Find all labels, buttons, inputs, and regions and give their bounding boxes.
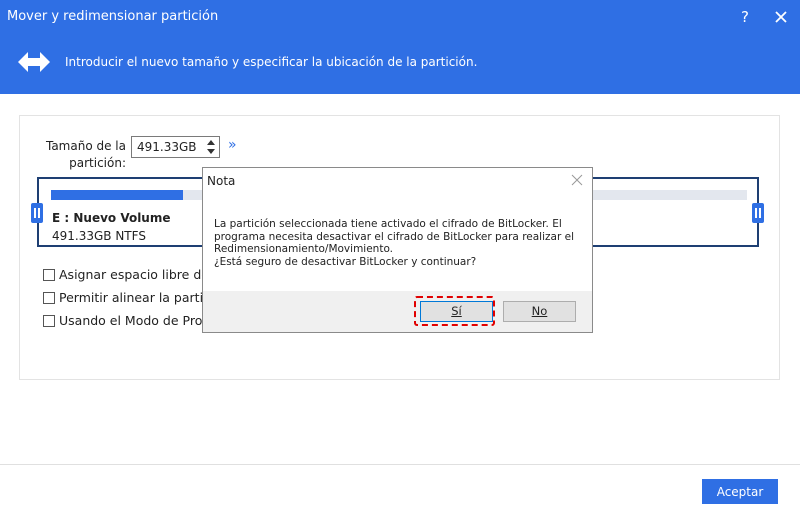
- header-subtitle: Introducir el nuevo tamaño y especificar…: [65, 55, 478, 69]
- footer-divider: [0, 464, 800, 465]
- partition-size-label: Tamaño de la partición:: [45, 139, 126, 170]
- help-button[interactable]: ?: [734, 5, 756, 29]
- volume-name: E : Nuevo Volume: [52, 211, 171, 225]
- window-title: Mover y redimensionar partición: [7, 9, 219, 24]
- checkbox[interactable]: [43, 292, 55, 304]
- dialog-body: Nota La partición seleccionada tiene act…: [203, 168, 592, 291]
- yes-button[interactable]: Sí: [420, 301, 493, 322]
- accept-button[interactable]: Aceptar: [702, 479, 778, 504]
- no-button[interactable]: No: [503, 301, 576, 322]
- dialog-message: La partición seleccionada tiene activado…: [214, 218, 574, 268]
- bitlocker-note-dialog: Nota La partición seleccionada tiene act…: [202, 167, 593, 333]
- dialog-close-icon[interactable]: [570, 173, 584, 187]
- volume-info: 491.33GB NTFS: [52, 229, 146, 243]
- expand-icon[interactable]: »: [228, 137, 237, 153]
- move-resize-arrows-icon: [18, 52, 50, 72]
- partition-size-input[interactable]: 491.33GB: [131, 136, 220, 158]
- title-bar: Mover y redimensionar partición ? Introd…: [0, 0, 800, 94]
- spinner-arrows-icon[interactable]: [205, 137, 217, 157]
- checkbox[interactable]: [43, 269, 55, 281]
- partition-size-value: 491.33GB: [137, 140, 197, 154]
- partition-right-handle[interactable]: [752, 203, 764, 223]
- close-icon: [775, 11, 787, 23]
- checkbox[interactable]: [43, 315, 55, 327]
- dialog-title: Nota: [207, 174, 236, 188]
- partition-left-handle[interactable]: [31, 203, 43, 223]
- option-protection-mode[interactable]: Usando el Modo de Prot: [43, 313, 207, 328]
- option-assign-free-space[interactable]: Asignar espacio libre de: [43, 267, 209, 282]
- partition-used-bar: [51, 190, 184, 200]
- close-button[interactable]: [770, 5, 792, 29]
- option-align-partition[interactable]: Permitir alinear la partic: [43, 290, 210, 305]
